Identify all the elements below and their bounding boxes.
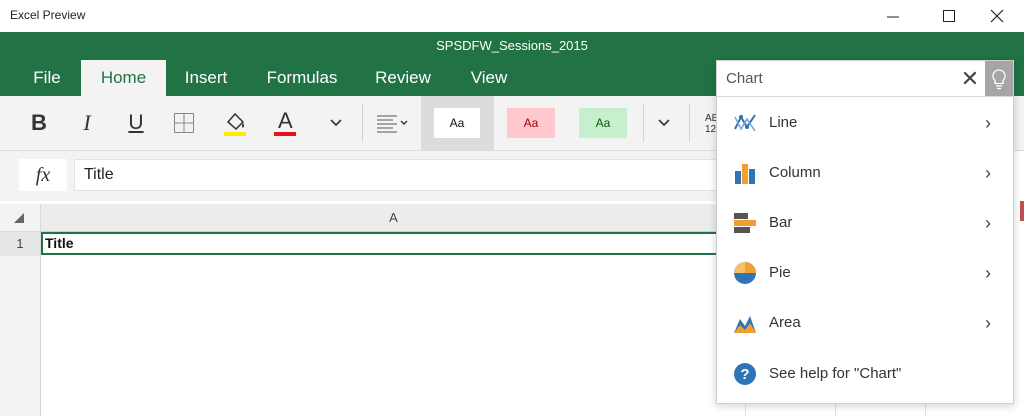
fill-bucket-icon: [224, 112, 246, 136]
column-header-a[interactable]: A: [41, 204, 746, 232]
suggestion-label: Area: [769, 314, 801, 331]
maximize-icon: [943, 10, 955, 22]
style-good[interactable]: Aa: [579, 108, 627, 138]
chevron-right-icon: ›: [985, 163, 991, 183]
title-bar: Excel Preview: [0, 0, 1024, 32]
svg-text:?: ?: [740, 366, 749, 383]
row-headers: 1: [0, 232, 41, 416]
help-icon: ?: [734, 363, 756, 385]
minimize-icon: [887, 16, 899, 18]
italic-button[interactable]: I: [68, 96, 106, 150]
suggestion-label: Bar: [769, 214, 793, 231]
tab-insert[interactable]: Insert: [172, 60, 240, 96]
close-icon: [990, 9, 1004, 23]
tab-view[interactable]: View: [461, 60, 517, 96]
bold-button[interactable]: B: [20, 96, 58, 150]
borders-button[interactable]: [165, 96, 203, 150]
clear-search-button[interactable]: ✕: [955, 64, 985, 94]
tab-home[interactable]: Home: [81, 60, 166, 96]
ribbon-separator: [643, 104, 644, 142]
suggestion-label: See help for "Chart": [769, 365, 902, 382]
maximize-button[interactable]: [926, 0, 972, 32]
style-normal[interactable]: Aa: [434, 108, 480, 138]
number-format-button[interactable]: AB 12: [705, 113, 716, 137]
lightbulb-icon: [992, 68, 1006, 89]
suggestion-help[interactable]: ? See help for "Chart": [717, 349, 1013, 399]
bar-chart-icon: [734, 213, 756, 233]
insert-function-button[interactable]: fx: [19, 159, 67, 191]
suggestion-column[interactable]: Column ›: [717, 148, 1013, 198]
close-window-button[interactable]: [974, 0, 1020, 32]
tell-me-popup: ✕ Line › Column ›: [716, 60, 1014, 404]
lightbulb-button[interactable]: [985, 61, 1013, 96]
font-color-icon: A: [272, 108, 298, 138]
styles-more-button[interactable]: [648, 96, 680, 150]
suggestion-label: Pie: [769, 264, 791, 281]
font-more-button[interactable]: [318, 96, 354, 150]
pie-chart-icon: [734, 262, 756, 284]
underline-button[interactable]: U: [117, 96, 155, 150]
ribbon-separator: [362, 104, 363, 142]
line-chart-icon: [734, 114, 756, 132]
area-chart-icon: [734, 316, 756, 333]
formula-input[interactable]: Title: [74, 159, 774, 191]
cell-a1[interactable]: Title: [41, 232, 741, 255]
suggestion-area[interactable]: Area ›: [717, 298, 1013, 348]
font-color-letter: A: [278, 108, 293, 133]
chevron-right-icon: ›: [985, 213, 991, 233]
suggestion-line[interactable]: Line ›: [717, 98, 1013, 148]
app-title: Excel Preview: [10, 8, 86, 22]
borders-icon: [174, 113, 194, 133]
fill-color-button[interactable]: [215, 96, 255, 150]
tell-me-search: ✕: [717, 61, 1013, 97]
align-left-icon: [377, 115, 408, 133]
suggestion-label: Column: [769, 164, 821, 181]
ribbon-separator: [689, 104, 690, 142]
side-pane-accent: [1020, 201, 1024, 221]
tab-file[interactable]: File: [18, 60, 76, 96]
chevron-right-icon: ›: [985, 313, 991, 333]
side-pane-edge: [1014, 151, 1024, 416]
document-title: SPSDFW_Sessions_2015: [436, 38, 588, 53]
tell-me-input[interactable]: [717, 61, 953, 96]
chevron-right-icon: ›: [985, 113, 991, 133]
minimize-button[interactable]: [870, 0, 916, 32]
suggestion-pie[interactable]: Pie ›: [717, 248, 1013, 298]
chevron-right-icon: ›: [985, 263, 991, 283]
style-bad[interactable]: Aa: [507, 108, 555, 138]
font-color-swatch: [274, 132, 296, 136]
font-color-button[interactable]: A: [265, 96, 305, 150]
chevron-down-icon: [658, 119, 670, 127]
select-all-corner[interactable]: [0, 204, 41, 232]
select-all-icon: [14, 213, 24, 223]
tab-formulas[interactable]: Formulas: [256, 60, 348, 96]
column-chart-icon: [735, 164, 755, 184]
tab-review[interactable]: Review: [366, 60, 440, 96]
chevron-down-icon: [330, 119, 342, 127]
suggestion-label: Line: [769, 114, 798, 131]
row-header-1[interactable]: 1: [0, 232, 40, 256]
suggestion-bar[interactable]: Bar ›: [717, 198, 1013, 248]
align-button[interactable]: [372, 96, 412, 150]
